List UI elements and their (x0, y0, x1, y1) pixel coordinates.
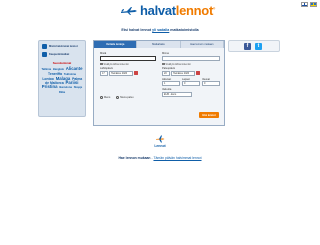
swedish-flag-icon[interactable] (310, 2, 317, 7)
children-select[interactable]: 0 (182, 81, 200, 86)
sidebar-item-label: Mistä halvimmat lennot (49, 45, 78, 48)
form-column-right: Minne Sisällytä lähilentokentät Paluupäi… (162, 52, 220, 97)
nearby-from-label: Sisällytä lähilentokentät (103, 62, 129, 66)
nearby-to-checkbox[interactable] (162, 62, 165, 66)
city-icon (42, 52, 47, 57)
destination-tag[interactable]: Bangkok (53, 68, 64, 71)
site-logo[interactable]: halvatlennot® (120, 3, 215, 18)
depart-month-select[interactable]: Heinäkuu 2020 (109, 70, 133, 76)
depart-day-select[interactable]: 17 (100, 70, 108, 76)
destination-tag-cloud: Tallinna Bangkok Alicante Teneriffa Tukh… (41, 66, 83, 95)
destination-tag[interactable]: Pariisi (66, 80, 79, 85)
trip-type-radios: Meno Meno-paluu (100, 96, 133, 99)
return-radio[interactable] (116, 96, 120, 99)
return-day-select[interactable]: 20 (162, 70, 170, 76)
destination-tag[interactable]: Tallinna (42, 68, 52, 71)
facebook-icon[interactable]: f (244, 42, 251, 50)
destination-tag[interactable]: Pristina (42, 84, 58, 89)
from-input[interactable] (100, 55, 156, 61)
destination-tag[interactable]: Barcelona (59, 86, 72, 89)
map-icon (42, 44, 47, 49)
plane-logo-icon (121, 6, 137, 15)
bottom-links: Hae lennon mukaan - Tämän päivän halvimm… (0, 156, 320, 160)
tagline-before: Etsi halvat lennot (121, 28, 153, 32)
logo-text-halvat: halvat (140, 3, 176, 18)
search-button[interactable]: Etsi lennot (199, 112, 219, 118)
calendar-icon[interactable] (196, 71, 200, 75)
nearby-from-checkbox[interactable] (100, 62, 103, 66)
tagline-link[interactable]: yli sadalla (152, 28, 169, 32)
tab-search-by-flight[interactable]: Hae lennon mukaan (181, 41, 224, 48)
social-links: f t (228, 40, 280, 52)
nearby-to-row[interactable]: Sisällytä lähilentokentät (162, 62, 220, 66)
to-input[interactable] (162, 55, 220, 61)
cheapest-today-link[interactable]: Tämän päivän halvimmat lennot (153, 156, 201, 160)
logo-registered: ® (212, 6, 215, 11)
sidebar-item-label: Kaupunkimatkat (49, 53, 70, 56)
nearby-to-label: Sisällytä lähilentokentät (165, 62, 191, 66)
left-sidebar: Mistä halvimmat lennot Kaupunkimatkat Su… (38, 40, 86, 117)
tagline: Etsi halvat lennot yli sadalla matkatoim… (0, 28, 320, 32)
return-date-row: 20 Heinäkuu 2020 (162, 70, 220, 76)
tab-compare-flights[interactable]: Vertaile lentoja (94, 41, 138, 48)
tagline-after: matkatoimistolla (169, 28, 199, 32)
destination-tag[interactable]: Riika (59, 91, 65, 94)
passenger-row: Aikuiset 1 Lapset 0 Vauvat 0 (162, 78, 220, 86)
calendar-icon[interactable] (134, 71, 138, 75)
return-option[interactable]: Meno-paluu (116, 96, 133, 99)
oneway-option[interactable]: Meno (100, 96, 110, 99)
children-col: Lapset 0 (182, 78, 200, 86)
plane-icon (156, 135, 165, 143)
search-by-flight-link[interactable]: Hae lennon mukaan (118, 156, 150, 160)
currency-select[interactable]: EUR - Euro (162, 91, 192, 97)
tab-trip-search[interactable]: Matkahaku (137, 41, 181, 48)
form-column-left: Mistä Sisällytä lähilentokentät Lähtöpäi… (100, 52, 156, 78)
language-flags (301, 2, 317, 7)
logo-text-lennot: lennot (175, 3, 214, 18)
nearby-from-row[interactable]: Sisällytä lähilentokentät (100, 62, 156, 66)
infants-col: Vauvat 0 (202, 78, 220, 86)
return-month-select[interactable]: Heinäkuu 2020 (171, 70, 195, 76)
twitter-icon[interactable]: t (255, 42, 262, 50)
destination-tag[interactable]: Alicante (66, 66, 83, 71)
adults-select[interactable]: 1 (162, 81, 180, 86)
search-form-body: Mistä Sisällytä lähilentokentät Lähtöpäi… (94, 48, 224, 127)
sidebar-item-cheapest[interactable]: Mistä halvimmat lennot (42, 44, 82, 49)
popular-heading: Suosituimmat (52, 61, 72, 65)
oneway-radio[interactable] (100, 96, 103, 99)
destination-tag[interactable]: Skopje (74, 86, 83, 89)
lennot-link[interactable]: Lennot (0, 144, 320, 148)
search-tabs: Vertaile lentoja Matkahaku Hae lennon mu… (94, 41, 224, 48)
sidebar-item-citytrips[interactable]: Kaupunkimatkat (42, 52, 82, 57)
return-label: Meno-paluu (120, 96, 134, 100)
oneway-label: Meno (104, 96, 111, 100)
finnish-flag-icon[interactable] (301, 2, 308, 7)
search-form-panel: Vertaile lentoja Matkahaku Hae lennon mu… (93, 40, 225, 126)
depart-date-row: 17 Heinäkuu 2020 (100, 70, 156, 76)
infants-select[interactable]: 0 (202, 81, 220, 86)
adults-col: Aikuiset 1 (162, 78, 180, 86)
